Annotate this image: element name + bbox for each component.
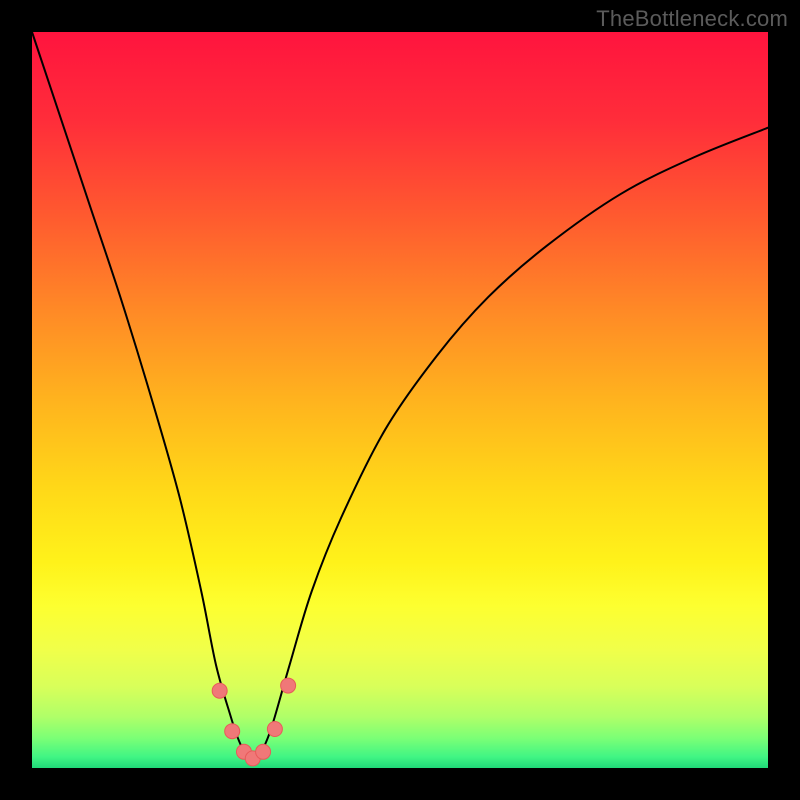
trough-marker: [256, 744, 271, 759]
bottleneck-curve-svg: [32, 32, 768, 768]
trough-marker: [225, 724, 240, 739]
bottleneck-curve: [32, 32, 768, 757]
trough-marker: [281, 678, 296, 693]
trough-marker: [267, 721, 282, 736]
plot-area: [32, 32, 768, 768]
watermark-text: TheBottleneck.com: [596, 6, 788, 32]
trough-markers: [212, 678, 295, 766]
trough-marker: [212, 683, 227, 698]
